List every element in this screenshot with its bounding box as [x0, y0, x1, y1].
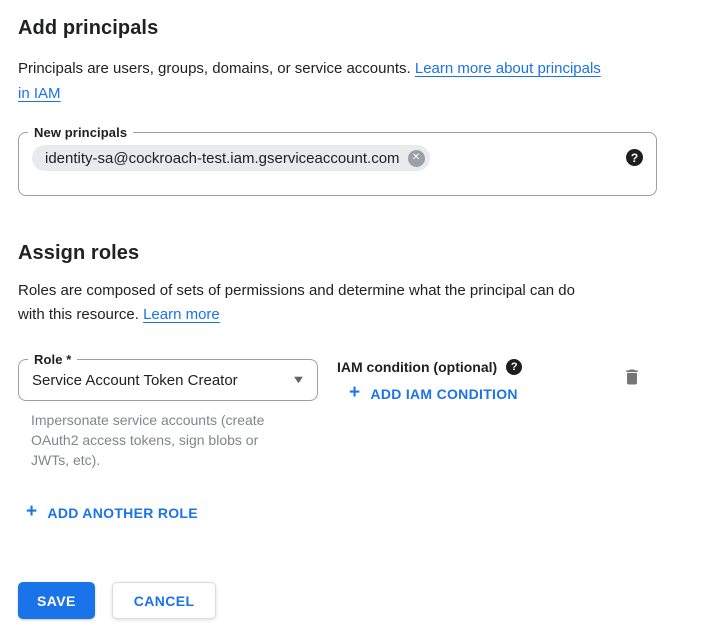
iam-condition-label: IAM condition (optional) — [337, 359, 497, 375]
role-column: Role * Service Account Token Creator ▼ I… — [18, 359, 318, 470]
action-buttons: SAVE CANCEL — [18, 582, 695, 619]
help-icon[interactable]: ? — [626, 149, 643, 166]
role-description-line1: Impersonate service accounts (create — [31, 412, 264, 428]
role-description: Impersonate service accounts (create OAut… — [31, 410, 318, 470]
assign-roles-desc-line2: with this resource. — [18, 306, 139, 323]
assign-roles-description: Roles are composed of sets of permission… — [18, 279, 695, 327]
role-selected-value: Service Account Token Creator — [32, 372, 238, 389]
iam-condition-label-row: IAM condition (optional) ? — [337, 359, 522, 375]
new-principals-field[interactable]: New principals identity-sa@cockroach-tes… — [18, 132, 657, 196]
chevron-down-icon: ▼ — [291, 374, 306, 386]
delete-role-button[interactable] — [622, 367, 642, 387]
remove-chip-icon[interactable]: ✕ — [408, 150, 425, 167]
add-iam-condition-label: ADD IAM CONDITION — [370, 386, 517, 402]
plus-icon: + — [349, 383, 360, 402]
learn-more-principals-link-line2: in IAM — [18, 85, 61, 102]
principal-chip[interactable]: identity-sa@cockroach-test.iam.gservicea… — [32, 145, 430, 171]
intro-paragraph: Principals are users, groups, domains, o… — [18, 56, 678, 106]
role-description-line3: JWTs, etc). — [31, 452, 100, 468]
iam-condition-column: IAM condition (optional) ? + ADD IAM CON… — [337, 359, 522, 403]
plus-icon: + — [26, 502, 37, 521]
role-row: Role * Service Account Token Creator ▼ I… — [18, 359, 695, 470]
cancel-button[interactable]: CANCEL — [112, 582, 217, 619]
principal-chip-text: identity-sa@cockroach-test.iam.gservicea… — [45, 150, 400, 167]
new-principals-label: New principals — [28, 124, 133, 141]
help-icon[interactable]: ? — [506, 359, 522, 375]
page-title: Add principals — [18, 17, 695, 40]
trash-icon — [622, 367, 642, 387]
learn-more-roles-link[interactable]: Learn more — [143, 306, 220, 323]
add-another-role-label: ADD ANOTHER ROLE — [47, 505, 198, 521]
assign-roles-title: Assign roles — [18, 242, 695, 265]
learn-more-principals-link-line1: Learn more about principals — [415, 60, 601, 77]
assign-roles-desc-line1: Roles are composed of sets of permission… — [18, 282, 575, 299]
role-description-line2: OAuth2 access tokens, sign blobs or — [31, 432, 258, 448]
add-iam-condition-button[interactable]: + ADD IAM CONDITION — [349, 385, 518, 402]
add-principals-panel: Add principals Principals are users, gro… — [0, 0, 713, 629]
role-label: Role * — [28, 351, 77, 368]
intro-text: Principals are users, groups, domains, o… — [18, 60, 411, 77]
role-select[interactable]: Role * Service Account Token Creator ▼ — [18, 359, 318, 401]
add-another-role-button[interactable]: + ADD ANOTHER ROLE — [26, 504, 198, 521]
save-button[interactable]: SAVE — [18, 582, 95, 619]
